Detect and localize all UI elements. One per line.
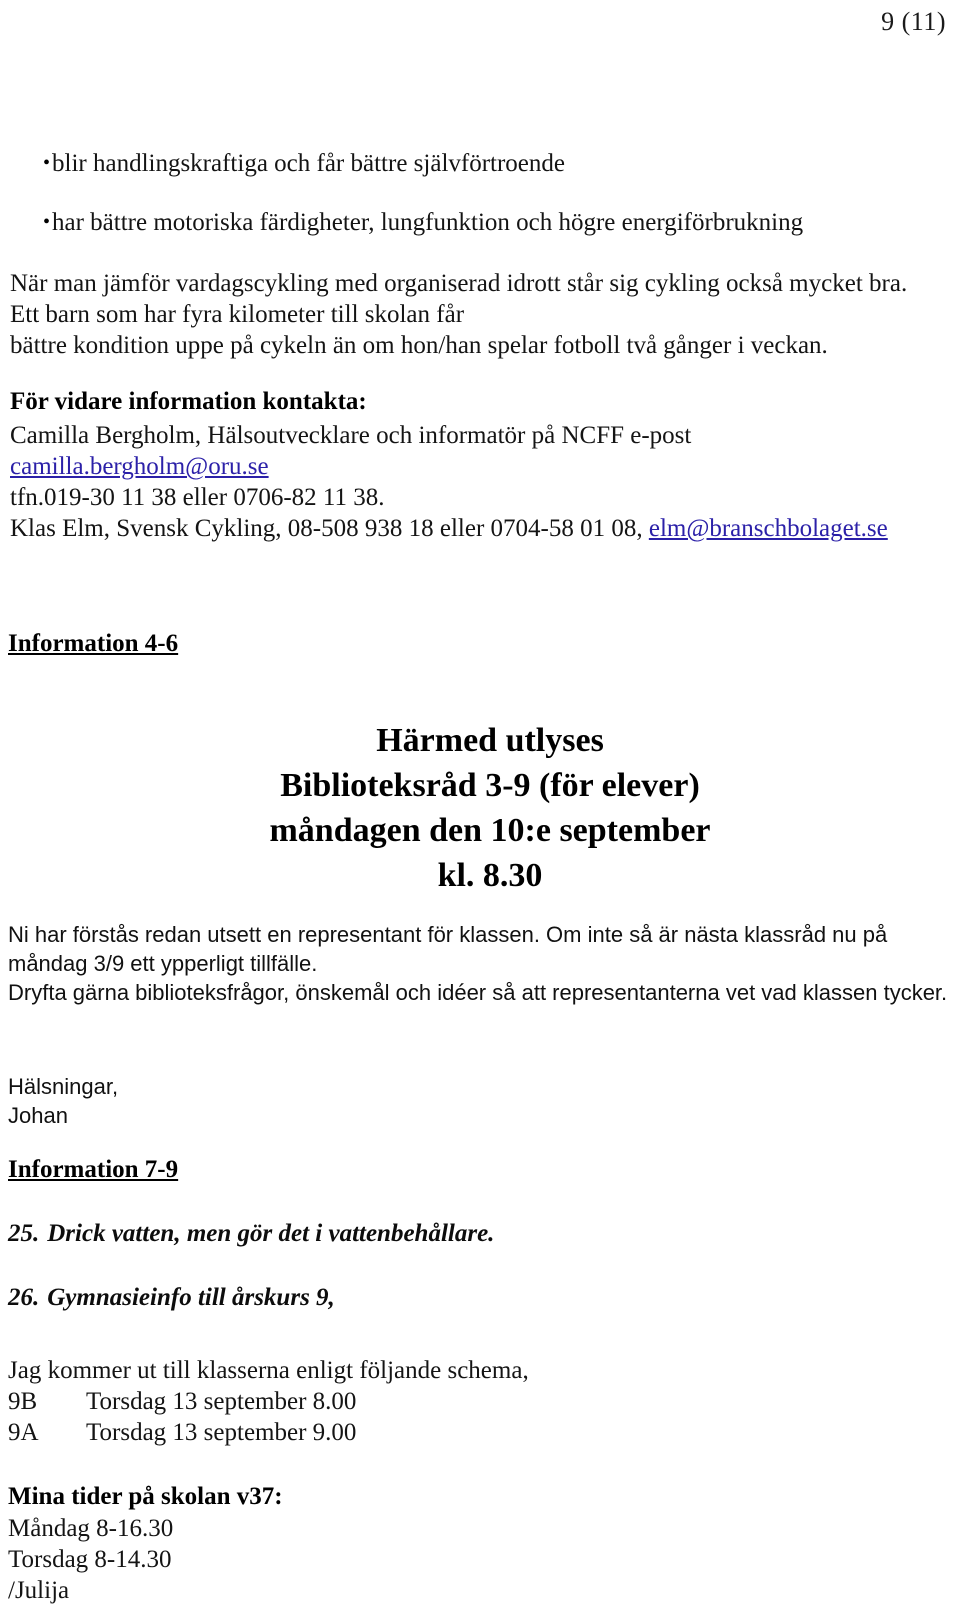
section-heading-information-7-9: Information 7-9 bbox=[8, 1156, 179, 1183]
announcement-line: Härmed utlyses bbox=[376, 722, 604, 759]
paragraph-line: När man jämför vardagscykling med organi… bbox=[10, 270, 908, 297]
paragraph-line: måndag 3/9 ett ypperligt tillfälle. bbox=[8, 951, 318, 976]
cycling-intro-paragraph: När man jämför vardagscykling med organi… bbox=[10, 268, 950, 361]
table-row: 9A Torsdag 13 september 9.00 bbox=[8, 1417, 608, 1448]
schedule-time-label: Torsdag 13 september 8.00 bbox=[86, 1388, 357, 1415]
announcement-line: kl. 8.30 bbox=[437, 857, 543, 894]
paragraph-line: Ni har förstås redan utsett en represent… bbox=[8, 922, 888, 947]
office-hours-signature: /Julija bbox=[8, 1577, 70, 1604]
announcement-line: måndagen den 10:e september bbox=[269, 812, 711, 849]
numbered-item-label: Gymnasieinfo till årskurs 9, bbox=[47, 1284, 335, 1311]
representative-paragraph: Ni har förstås redan utsett en represent… bbox=[8, 920, 953, 1007]
paragraph-line: Dryfta gärna biblioteksfrågor, önskemål … bbox=[8, 980, 948, 1005]
section-heading-information-4-6: Information 4-6 bbox=[8, 630, 179, 657]
numbered-item-number: 25. bbox=[8, 1220, 40, 1247]
schedule-class-label: 9B bbox=[8, 1388, 38, 1415]
contact-phone-line: tfn.019-30 11 38 eller 0706-82 11 38. bbox=[10, 484, 385, 511]
document-page: 9 (11) • blir handlingskraftiga och får … bbox=[0, 0, 960, 1604]
schedule-intro-line: Jag kommer ut till klasserna enligt följ… bbox=[8, 1357, 529, 1384]
email-link-klas[interactable]: elm@branschbolaget.se bbox=[649, 515, 888, 542]
schedule-time-label: Torsdag 13 september 9.00 bbox=[86, 1419, 357, 1446]
office-hours-line: Måndag 8-16.30 bbox=[8, 1515, 174, 1542]
signoff-block: Hälsningar, Johan bbox=[8, 1072, 408, 1130]
contact-person-line: Camilla Bergholm, Hälsoutvecklare och in… bbox=[10, 422, 692, 449]
signoff-greeting: Hälsningar, bbox=[8, 1074, 119, 1099]
bullet-icon: • bbox=[43, 152, 51, 174]
email-link-camilla[interactable]: camilla.bergholm@oru.se bbox=[10, 453, 269, 480]
numbered-item-25: 25. Drick vatten, men gör det i vattenbeh… bbox=[8, 1218, 494, 1249]
bullet-icon: • bbox=[43, 211, 51, 233]
contact-block: För vidare information kontakta: Camilla… bbox=[10, 385, 955, 544]
numbered-item-26: 26. Gymnasieinfo till årskurs 9, bbox=[8, 1282, 335, 1313]
paragraph-line: Ett barn som har fyra kilometer till sko… bbox=[10, 301, 465, 328]
list-item-label: blir handlingskraftiga och får bättre sj… bbox=[52, 150, 566, 177]
contact-second-person-row: Klas Elm, Svensk Cykling, 08-508 938 18 … bbox=[10, 513, 955, 544]
office-hours-heading: Mina tider på skolan v37: bbox=[8, 1483, 283, 1510]
signoff-name: Johan bbox=[8, 1103, 68, 1128]
announcement-line: Biblioteksråd 3-9 (för elever) bbox=[280, 767, 700, 804]
numbered-item-label: Drick vatten, men gör det i vattenbehåll… bbox=[47, 1220, 495, 1247]
list-item: • blir handlingskraftiga och får bättre … bbox=[10, 148, 940, 179]
office-hours-block: Mina tider på skolan v37: Måndag 8-16.30… bbox=[8, 1480, 508, 1606]
table-row: 9B Torsdag 13 september 8.00 bbox=[8, 1386, 608, 1417]
library-council-announcement: Härmed utlyses Biblioteksråd 3-9 (för el… bbox=[150, 718, 830, 898]
contact-second-person-text: Klas Elm, Svensk Cykling, 08-508 938 18 … bbox=[10, 515, 649, 542]
list-item: • har bättre motoriska färdigheter, lung… bbox=[10, 207, 940, 238]
paragraph-line: bättre kondition uppe på cykeln än om ho… bbox=[10, 332, 828, 359]
benefits-bullet-list: • blir handlingskraftiga och får bättre … bbox=[10, 148, 940, 266]
list-item-label: har bättre motoriska färdigheter, lungfu… bbox=[52, 209, 804, 236]
numbered-item-number: 26. bbox=[8, 1284, 40, 1311]
schedule-class-label: 9A bbox=[8, 1419, 39, 1446]
office-hours-line: Torsdag 8-14.30 bbox=[8, 1546, 172, 1573]
page-number: 9 (11) bbox=[881, 7, 946, 36]
contact-email-row: camilla.bergholm@oru.se bbox=[10, 451, 955, 482]
contact-heading: För vidare information kontakta: bbox=[10, 388, 367, 415]
class-visit-schedule: Jag kommer ut till klasserna enligt följ… bbox=[8, 1355, 608, 1448]
